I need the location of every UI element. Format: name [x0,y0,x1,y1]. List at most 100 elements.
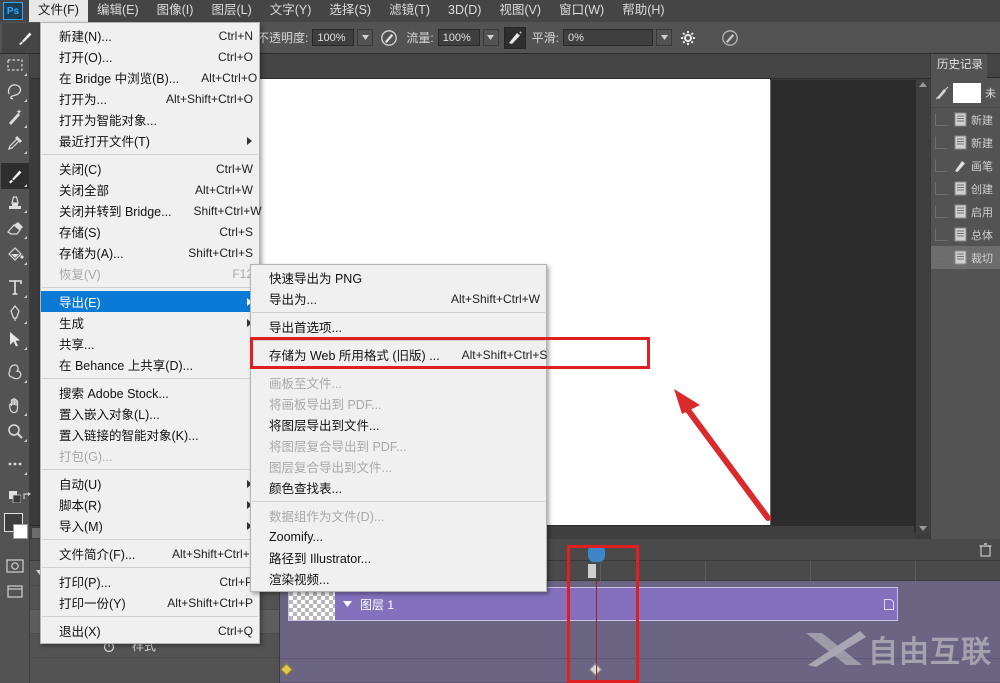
opacity-caret-icon[interactable] [357,29,374,46]
swap-colors-icon[interactable] [14,484,42,510]
menu-item-3[interactable]: 导出首选项... [251,316,546,337]
menu-item-31[interactable]: 打印一份(Y) Alt+Shift+Ctrl+P [41,592,259,613]
clip-chevron-icon[interactable] [343,601,352,607]
history-source-slot[interactable] [935,159,948,172]
history-row[interactable]: 画笔 [931,154,1000,177]
menu-item-12[interactable]: 颜色查找表... [251,477,546,498]
menubar-item-9[interactable]: 窗口(W) [550,0,613,22]
clone-stamp-tool[interactable] [1,189,29,215]
marquee-tool[interactable] [1,52,29,78]
edit-toolbar-tool[interactable] [1,451,29,477]
menu-item-17[interactable]: 在 Behance 上共享(D)... [41,354,259,375]
menubar-item-6[interactable]: 滤镜(T) [380,0,439,22]
menu-item-15[interactable]: Zoomify... [251,526,546,547]
history-snapshot-row[interactable]: 未 [931,78,1000,108]
screen-mode-icon[interactable] [1,579,29,605]
opacity-input[interactable]: 100% [312,29,355,46]
trash-icon[interactable] [979,542,992,557]
menubar-item-3[interactable]: 图层(L) [202,0,260,22]
history-source-slot[interactable] [935,136,948,149]
eyedropper-tool[interactable] [1,130,29,156]
quick-mask-icon[interactable] [1,553,29,579]
shape-tool[interactable] [1,359,29,385]
eraser-tool[interactable] [1,215,29,241]
menu-item-15[interactable]: 生成 [41,312,259,333]
path-selection-tool[interactable] [1,326,29,352]
zoom-tool[interactable] [1,418,29,444]
lasso-tool[interactable] [1,78,29,104]
menu-item-28[interactable]: 文件简介(F)... Alt+Shift+Ctrl+I [41,543,259,564]
gear-icon[interactable] [677,27,699,49]
menu-item-14[interactable]: 导出(E) [41,291,259,312]
history-row[interactable]: 启用 [931,200,1000,223]
menubar-item-8[interactable]: 视图(V) [490,0,550,22]
menu-item-1[interactable]: 打开(O)... Ctrl+O [41,46,259,67]
menu-item-1[interactable]: 导出为... Alt+Shift+Ctrl+W [251,288,546,309]
scroll-down-icon[interactable] [919,526,927,531]
history-row[interactable]: 新建 [931,108,1000,131]
menu-item-4[interactable]: 打开为智能对象... [41,109,259,130]
airbrush-icon[interactable] [503,26,526,49]
smoothing-input[interactable]: 0% [563,29,654,46]
history-row[interactable]: 创建 [931,177,1000,200]
menu-item-9[interactable]: 关闭并转到 Bridge... Shift+Ctrl+W [41,200,262,221]
type-tool[interactable] [1,274,29,300]
history-row[interactable]: 新建 [931,131,1000,154]
hand-tool[interactable] [1,392,29,418]
history-source-slot[interactable] [935,113,948,126]
history-source-slot[interactable] [935,228,948,241]
brush-tool[interactable] [1,163,29,189]
menu-item-26[interactable]: 导入(M) [41,515,259,536]
menubar-item-0[interactable]: 文件(F) [29,0,88,22]
flow-caret-icon[interactable] [482,29,499,46]
history-source-slot[interactable] [935,251,948,264]
quick-selection-tool[interactable] [1,104,29,130]
menu-item-24[interactable]: 自动(U) [41,473,259,494]
menu-item-19[interactable]: 搜索 Adobe Stock... [41,382,259,403]
menu-item-8[interactable]: 关闭全部 Alt+Ctrl+W [41,179,259,200]
work-area-end-marker[interactable] [588,564,596,578]
menu-item-2[interactable]: 在 Bridge 中浏览(B)... Alt+Ctrl+O [41,67,259,88]
menu-item-5[interactable]: 存储为 Web 所用格式 (旧版) ... Alt+Shift+Ctrl+S [251,344,547,365]
background-color-swatch[interactable] [13,524,28,539]
history-source-slot[interactable] [935,205,948,218]
menu-item-5[interactable]: 最近打开文件(T) [41,130,259,151]
menu-item-9[interactable]: 将图层导出到文件... [251,414,546,435]
export-submenu[interactable]: 快速导出为 PNG 导出为... Alt+Shift+Ctrl+W 导出首选项... 存… [250,264,547,592]
history-row[interactable]: 裁切 [931,246,1000,269]
timeline-video-clip[interactable]: 图层 1 [288,587,898,621]
paint-bucket-tool[interactable] [1,241,29,267]
playhead-knob[interactable] [588,547,605,562]
history-row[interactable]: 总体 [931,223,1000,246]
menu-item-10[interactable]: 存储(S) Ctrl+S [41,221,259,242]
menu-item-30[interactable]: 打印(P)... Ctrl+P [41,571,259,592]
menu-item-21[interactable]: 置入链接的智能对象(K)... [41,424,259,445]
tab-history[interactable]: 历史记录 [931,53,987,78]
menubar-item-2[interactable]: 图像(I) [148,0,203,22]
menu-item-7[interactable]: 关闭(C) Ctrl+W [41,158,259,179]
menubar-item-1[interactable]: 编辑(E) [88,0,148,22]
menubar-item-7[interactable]: 3D(D) [439,0,490,22]
keyframe-diamond-icon[interactable] [280,663,293,676]
menu-item-33[interactable]: 退出(X) Ctrl+Q [41,620,259,641]
menu-item-0[interactable]: 快速导出为 PNG [251,267,546,288]
menubar-item-10[interactable]: 帮助(H) [613,0,673,22]
scroll-up-icon[interactable] [919,82,927,87]
clip-options-icon[interactable] [884,598,894,610]
history-source-slot[interactable] [935,182,948,195]
menu-item-17[interactable]: 渲染视频... [251,568,546,589]
menu-item-3[interactable]: 打开为... Alt+Shift+Ctrl+O [41,88,259,109]
menu-item-25[interactable]: 脚本(R) [41,494,259,515]
menubar-item-4[interactable]: 文字(Y) [261,0,321,22]
menubar-item-5[interactable]: 选择(S) [320,0,380,22]
menu-item-20[interactable]: 置入嵌入对象(L)... [41,403,259,424]
flow-input[interactable]: 100% [437,29,480,46]
smoothing-caret-icon[interactable] [656,29,673,46]
menu-item-11[interactable]: 存储为(A)... Shift+Ctrl+S [41,242,259,263]
opacity-pressure-icon[interactable] [378,27,400,49]
menu-item-0[interactable]: 新建(N)... Ctrl+N [41,25,259,46]
file-menu-dropdown[interactable]: 新建(N)... Ctrl+N 打开(O)... Ctrl+O 在 Bridge 中浏览… [40,22,262,644]
menu-item-16[interactable]: 路径到 Illustrator... [251,547,546,568]
tablet-pressure-icon[interactable] [719,27,741,49]
timeline-playhead[interactable] [588,547,605,683]
